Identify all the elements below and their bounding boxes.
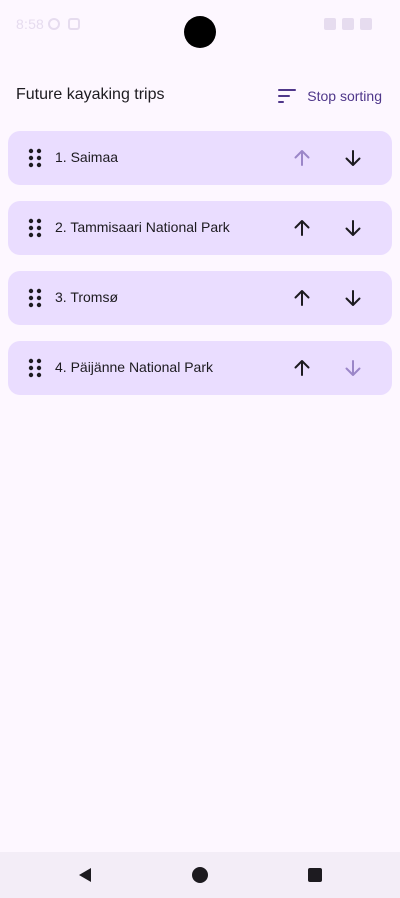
camera-cutout — [184, 16, 216, 48]
move-down-button[interactable] — [337, 282, 369, 314]
list-item[interactable]: 3. Tromsø — [8, 271, 392, 325]
circle-home-icon — [192, 867, 208, 883]
status-time: 8:58 — [16, 16, 45, 32]
stop-sorting-button[interactable]: Stop sorting — [277, 80, 382, 112]
status-bar: 8:58 — [0, 0, 400, 52]
battery-icon — [360, 18, 372, 30]
system-nav-bar — [0, 852, 400, 898]
arrow-up-icon — [294, 360, 310, 376]
arrow-down-icon — [345, 220, 361, 236]
sort-icon — [277, 88, 297, 104]
list-item[interactable]: 2. Tammisaari National Park — [8, 201, 392, 255]
notification-icon — [48, 18, 60, 30]
drag-indicator-icon[interactable] — [28, 358, 42, 378]
status-icons — [324, 18, 372, 30]
arrow-up-icon — [294, 290, 310, 306]
move-down-button[interactable] — [337, 142, 369, 174]
drag-indicator-icon[interactable] — [28, 148, 42, 168]
drag-indicator-icon[interactable] — [28, 288, 42, 308]
nav-home-button[interactable] — [191, 866, 209, 884]
trip-label: 1. Saimaa — [55, 149, 119, 165]
move-up-button[interactable] — [286, 212, 318, 244]
move-up-button[interactable] — [286, 282, 318, 314]
arrow-down-icon — [345, 360, 361, 376]
trip-label: 2. Tammisaari National Park — [55, 219, 230, 235]
trip-label: 3. Tromsø — [55, 289, 119, 305]
triangle-back-icon — [79, 868, 91, 882]
arrow-down-icon — [345, 150, 361, 166]
trip-list: 1. Saimaa 2. Tammisaari National Park 3.… — [8, 131, 392, 411]
move-up-button[interactable] — [286, 142, 318, 174]
move-down-button[interactable] — [337, 352, 369, 384]
arrow-up-icon — [294, 150, 310, 166]
arrow-up-icon — [294, 220, 310, 236]
sort-button-label: Stop sorting — [307, 88, 382, 104]
list-item[interactable]: 4. Päijänne National Park — [8, 341, 392, 395]
drag-indicator-icon[interactable] — [28, 218, 42, 238]
signal-icon — [342, 18, 354, 30]
move-up-button[interactable] — [286, 352, 318, 384]
square-recents-icon — [308, 868, 322, 882]
move-down-button[interactable] — [337, 212, 369, 244]
nav-recents-button[interactable] — [307, 867, 323, 883]
wifi-icon — [324, 18, 336, 30]
arrow-down-icon — [345, 290, 361, 306]
trip-label: 4. Päijänne National Park — [55, 359, 213, 375]
page-title: Future kayaking trips — [16, 86, 165, 103]
header: Future kayaking trips Stop sorting — [0, 76, 400, 116]
notification-icon — [68, 18, 80, 30]
nav-back-button[interactable] — [76, 866, 94, 884]
list-item[interactable]: 1. Saimaa — [8, 131, 392, 185]
